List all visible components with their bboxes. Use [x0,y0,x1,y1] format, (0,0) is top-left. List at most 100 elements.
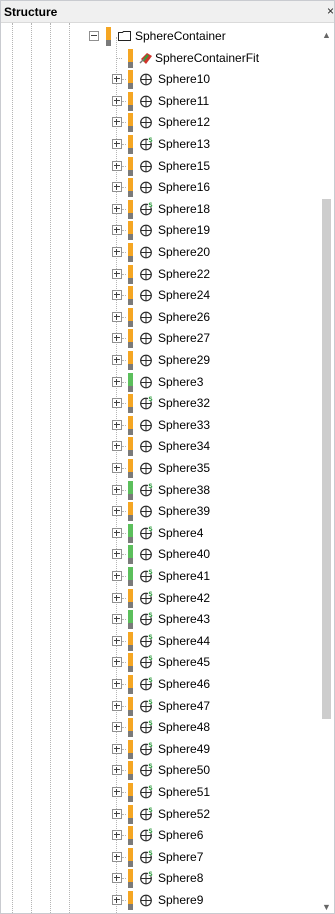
expand-toggle-icon[interactable] [112,117,122,128]
expand-toggle-icon[interactable] [112,851,122,862]
status-indicator [128,459,133,478]
collapse-toggle-icon[interactable] [89,31,99,41]
tree-item-sphere[interactable]: S Sphere7 [1,847,321,868]
tree-item-label: Sphere22 [158,266,211,281]
scroll-up-arrow-icon[interactable]: ▲ [320,29,333,41]
close-icon[interactable]: × [327,4,334,18]
tree-item-sphere[interactable]: Sphere12 [1,112,321,133]
expand-toggle-icon[interactable] [112,765,122,776]
tree-item-sphere[interactable]: Sphere3 [1,372,321,393]
expand-toggle-icon[interactable] [112,95,122,106]
tree-item-sphere[interactable]: Sphere22 [1,264,321,285]
svg-text:S: S [148,720,152,727]
tree-item-sphere[interactable]: S Sphere52 [1,804,321,825]
expand-toggle-icon[interactable] [112,355,122,365]
tree-item-sphere[interactable]: S Sphere41 [1,566,321,587]
expand-toggle-icon[interactable] [112,74,122,85]
tree-item-sphere[interactable]: Sphere24 [1,285,321,306]
expand-toggle-icon[interactable] [112,160,122,171]
tree-item-sphere[interactable]: S Sphere42 [1,588,321,609]
tree-item-sphere[interactable]: Sphere11 [1,91,321,112]
tree-item-sphere[interactable]: Sphere9 [1,890,321,911]
expand-toggle-icon[interactable] [112,808,122,819]
vertical-scrollbar[interactable]: ▲ ▼ [320,27,333,913]
expand-toggle-icon[interactable] [112,311,122,322]
sphere-modified-icon: S [139,526,154,540]
expand-toggle-icon[interactable] [112,441,122,452]
tree-item-sphere[interactable]: S Sphere49 [1,739,321,760]
tree-item-sphere[interactable]: S Sphere51 [1,782,321,803]
tree-item-sphere[interactable]: S Sphere18 [1,199,321,220]
tree-item-sphere[interactable]: S Sphere4 [1,523,321,544]
expand-toggle-icon[interactable] [112,268,122,279]
tree-item-sphere[interactable]: Sphere10 [1,69,321,90]
tree-item-sphere[interactable]: Sphere39 [1,501,321,522]
tree-item-sphere[interactable]: Sphere16 [1,177,321,198]
expand-toggle-icon[interactable] [112,830,122,841]
expand-toggle-icon[interactable] [112,787,122,797]
expand-toggle-icon[interactable] [112,419,122,430]
expand-toggle-icon[interactable] [112,527,122,538]
expand-toggle-icon[interactable] [112,614,122,625]
tree-item-sphere[interactable]: S Sphere8 [1,868,321,889]
expand-toggle-icon[interactable] [112,247,122,257]
expand-toggle-icon[interactable] [112,506,122,517]
tree-item-sphere[interactable]: Sphere29 [1,350,321,371]
tree-item-sphere[interactable]: S Sphere13 [1,134,321,155]
expand-toggle-icon[interactable] [112,484,122,495]
tree-item-sphere[interactable]: S Sphere44 [1,631,321,652]
expand-toggle-icon[interactable] [112,873,122,884]
tree-connector [122,100,126,102]
scroll-down-arrow-icon[interactable]: ▼ [320,901,333,913]
tree-item-sphere[interactable]: S Sphere32 [1,393,321,414]
expand-toggle-icon[interactable] [112,203,122,214]
tree-item-sphere-container[interactable]: SphereContainer [1,26,321,47]
tree-item-sphere[interactable]: S Sphere6 [1,825,321,846]
tree-item-sphere[interactable]: Sphere27 [1,328,321,349]
tree-item-sphere[interactable]: S Sphere48 [1,717,321,738]
panel-title: Structure [4,5,58,19]
expand-toggle-icon[interactable] [112,679,122,689]
expand-toggle-icon[interactable] [112,139,122,149]
tree-item-sphere[interactable]: Sphere15 [1,156,321,177]
tree-item-sphere[interactable]: S Sphere47 [1,696,321,717]
expand-toggle-icon[interactable] [112,333,122,344]
tree-item-label: Sphere49 [158,741,211,756]
tree-item-sphere[interactable]: Sphere33 [1,415,321,436]
tree-item-sphere[interactable]: Sphere20 [1,242,321,263]
tree-item-sphere[interactable]: S Sphere50 [1,760,321,781]
expand-toggle-icon[interactable] [112,657,122,668]
expand-toggle-icon[interactable] [112,398,122,409]
tree-item-sphere[interactable]: Sphere26 [1,307,321,328]
expand-toggle-icon[interactable] [112,182,122,193]
tree-connector [122,424,126,426]
expand-toggle-icon[interactable] [112,592,122,603]
tree-item-sphere[interactable]: Sphere35 [1,458,321,479]
tree-item-sphere[interactable]: S Sphere46 [1,674,321,695]
tree-connector [122,446,126,448]
tree-item-sphere[interactable]: S Sphere43 [1,609,321,630]
expand-toggle-icon[interactable] [112,700,122,711]
tree-item-sphere[interactable]: Sphere34 [1,436,321,457]
expand-toggle-icon[interactable] [112,290,122,301]
expand-toggle-icon[interactable] [112,722,122,733]
tree-item-sphere-container-fit[interactable]: SphereContainerFit [1,48,321,69]
tree-item-sphere[interactable]: Sphere19 [1,220,321,241]
status-indicator [128,567,133,586]
expand-toggle-icon[interactable] [112,225,122,236]
tree-item-sphere[interactable]: S Sphere38 [1,480,321,501]
tree-item-sphere[interactable]: Sphere40 [1,544,321,565]
sphere-icon [139,547,153,561]
expand-toggle-icon[interactable] [112,743,122,754]
expand-toggle-icon[interactable] [112,549,122,560]
tree-item-sphere[interactable]: S Sphere45 [1,652,321,673]
expand-toggle-icon[interactable] [112,635,122,646]
scrollbar-thumb[interactable] [322,199,331,719]
expand-toggle-icon[interactable] [112,571,122,581]
expand-toggle-icon[interactable] [112,376,122,387]
sphere-modified-icon: S [139,591,154,605]
expand-toggle-icon[interactable] [112,463,122,473]
expand-toggle-icon[interactable] [112,895,122,905]
status-indicator [128,221,133,241]
tree-item-label: Sphere16 [158,180,211,195]
